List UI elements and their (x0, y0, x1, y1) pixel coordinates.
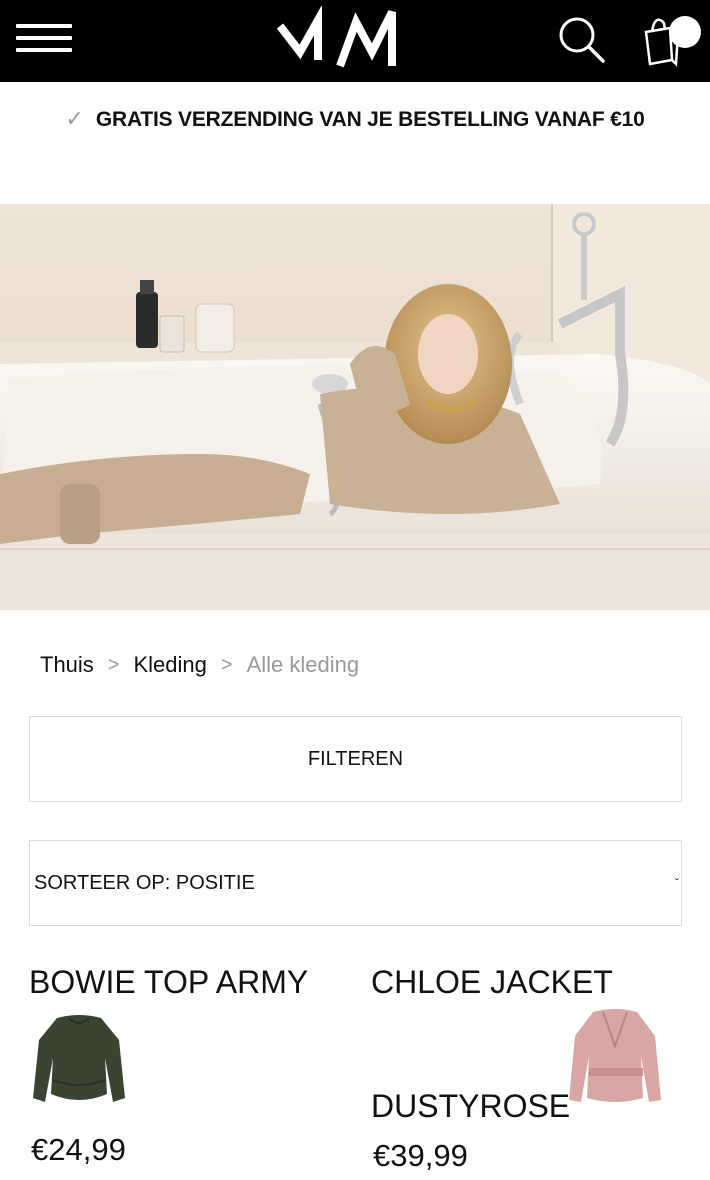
product-card[interactable]: CHLOE JACKET DUSTYROSE €39,99 (371, 962, 691, 1173)
breadcrumb: Thuis > Kleding > Alle kleding (40, 652, 359, 678)
hero-banner-image (0, 204, 710, 610)
product-name-line2[interactable]: DUSTYROSE (371, 1086, 570, 1126)
search-icon[interactable] (556, 14, 606, 64)
checkmark-icon: ✓ (65, 106, 84, 131)
product-image[interactable] (29, 1010, 129, 1114)
product-card[interactable]: BOWIE TOP ARMY €24,99 (29, 962, 349, 1167)
breadcrumb-home-link[interactable]: Thuis (40, 652, 94, 678)
product-image[interactable] (567, 1006, 663, 1106)
breadcrumb-clothing-link[interactable]: Kleding (133, 652, 206, 678)
hero-illustration (0, 204, 710, 610)
site-header (0, 0, 710, 82)
product-price: €24,99 (31, 1132, 126, 1167)
site-logo[interactable] (274, 6, 398, 70)
shopping-bag-icon[interactable] (638, 10, 706, 70)
product-price: €39,99 (373, 1138, 468, 1173)
sort-label: SORTEER OP: POSITIE (34, 871, 255, 894)
hamburger-menu-icon[interactable] (16, 20, 72, 56)
product-name[interactable]: BOWIE TOP ARMY (29, 962, 349, 1002)
breadcrumb-separator: > (107, 653, 120, 676)
shipping-text: GRATIS VERZENDING VAN JE BESTELLING VANA… (95, 108, 645, 131)
sort-dropdown[interactable]: SORTEER OP: POSITIE ˇ (29, 840, 682, 926)
chevron-down-icon: ˇ (674, 875, 679, 891)
free-shipping-banner: ✓ GRATIS VERZENDING VAN JE BESTELLING VA… (0, 82, 710, 158)
product-name[interactable]: CHLOE JACKET (371, 962, 691, 1002)
breadcrumb-separator: > (220, 653, 233, 676)
breadcrumb-current: Alle kleding (246, 652, 360, 677)
filter-button[interactable]: FILTEREN (29, 716, 682, 802)
